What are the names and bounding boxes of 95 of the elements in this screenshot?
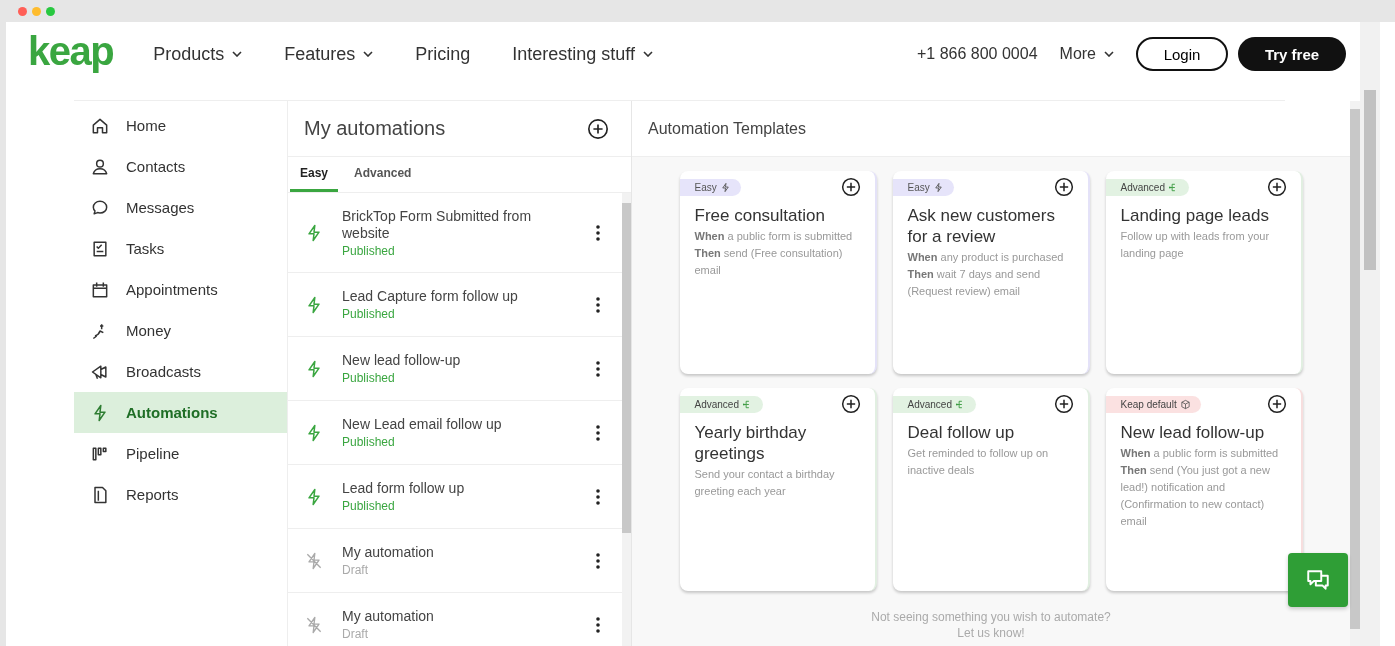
add-icon[interactable] [1053, 394, 1074, 414]
sidebar-item[interactable]: Automations [74, 392, 287, 433]
chat-icon [1305, 567, 1331, 593]
more-icon[interactable] [596, 616, 600, 633]
add-icon[interactable] [840, 394, 861, 414]
automation-name: Lead form follow up [342, 480, 466, 497]
lightning-icon [932, 181, 944, 193]
try-free-button[interactable]: Try free [1238, 37, 1346, 71]
lightning-off-icon [304, 614, 324, 635]
add-icon[interactable] [840, 177, 861, 197]
cube-icon [1179, 398, 1191, 410]
nav-link[interactable]: Interesting stuff [512, 43, 654, 65]
automation-name: My automation [342, 608, 435, 625]
template-card[interactable]: Advanced Landing page leads Follow up with leads from your landing page [1105, 171, 1303, 374]
sidebar-item[interactable]: Tasks [74, 228, 287, 269]
more-menu[interactable]: More [1059, 45, 1114, 63]
more-icon[interactable] [596, 488, 600, 505]
chevron-icon [1104, 51, 1114, 57]
tab[interactable]: Advanced [344, 157, 422, 192]
login-button[interactable]: Login [1136, 37, 1228, 71]
footer-text: Not seeing something you wish to automate? [871, 609, 1111, 625]
template-description: Follow up with leads from your landing page [1120, 229, 1271, 261]
add-icon[interactable] [587, 117, 609, 140]
status-label: Draft [342, 563, 369, 577]
sidebar-item[interactable]: Pipeline [74, 433, 287, 474]
more-icon[interactable] [596, 224, 600, 241]
template-badge: Advanced [679, 395, 763, 413]
template-card[interactable]: Advanced Deal follow up Get reminded to follow up on inactive deals [892, 388, 1090, 591]
scrollbar[interactable] [1350, 101, 1360, 646]
template-title: Landing page leads [1120, 205, 1270, 226]
status-label: Published [342, 307, 396, 321]
template-description: Then send (Free consultation) email [694, 246, 844, 278]
template-title: Ask new customers for a review [907, 205, 1056, 247]
chat-button[interactable] [1288, 553, 1348, 607]
template-description: Then wait 7 days and send (Request review) email [907, 267, 1042, 299]
status-label: Published [342, 371, 396, 385]
status-label: Draft [342, 627, 369, 641]
page-scrollbar[interactable] [1360, 22, 1380, 646]
sidebar-item[interactable]: Contacts [74, 146, 287, 187]
template-description: Send your contact a birthday greeting each year [694, 467, 836, 499]
more-icon[interactable] [596, 552, 600, 569]
template-badge: Advanced [1105, 178, 1189, 196]
template-card[interactable]: Easy Free consultation When a public form is submitted Then send (Free consultation) email [679, 171, 877, 374]
template-card[interactable]: Advanced Yearly birthday greetings Send your contact a birthday greeting each year [679, 388, 877, 591]
status-label: Published [342, 499, 396, 513]
template-badge: Easy [892, 178, 954, 196]
tab[interactable]: Easy [290, 157, 339, 192]
sidebar-item[interactable]: Messages [74, 187, 287, 228]
template-description: When a public form is submitted [1120, 446, 1280, 461]
template-card[interactable]: Keap default New lead follow-up When a public form is submitted Then send (You just got a new lead!) notification and (Confirmation to new contact) email [1105, 388, 1303, 591]
automation-name: New lead follow-up [342, 352, 462, 369]
status-label: Published [342, 435, 396, 449]
lightning-icon [719, 181, 731, 193]
sidebar-item[interactable]: Home [74, 105, 287, 146]
template-description: When any product is purchased [907, 250, 1065, 265]
more-icon[interactable] [596, 424, 600, 441]
template-title: Yearly birthday greetings [694, 422, 808, 464]
panel-title: Automation Templates [648, 119, 806, 138]
panel-title: My automations [304, 117, 446, 140]
more-icon[interactable] [596, 360, 600, 377]
template-card[interactable]: Easy Ask new customers for a review When any product is purchased Then wait 7 days and send (Request review) email [892, 171, 1090, 374]
template-description: When a public form is submitted [694, 229, 854, 244]
automation-name: My automation [342, 544, 435, 561]
sidebar-item[interactable]: Reports [74, 474, 287, 515]
template-title: New lead follow-up [1120, 422, 1266, 443]
nav-link[interactable]: Pricing [415, 43, 471, 65]
template-description: Get reminded to follow up on inactive deals [907, 446, 1050, 478]
automation-name: Lead Capture form follow up [342, 288, 519, 305]
automation-name: New Lead email follow up [342, 416, 503, 433]
template-badge: Easy [679, 178, 741, 196]
chevron-icon [643, 51, 654, 57]
add-icon[interactable] [1053, 177, 1074, 197]
template-description: Then send (You just got a new lead!) notification and (Confirmation to new contact) email [1120, 463, 1271, 529]
template-title: Free consultation [694, 205, 826, 226]
template-title: Deal follow up [907, 422, 1016, 443]
zoom-dot[interactable] [46, 6, 55, 16]
sidebar-item[interactable]: Broadcasts [74, 351, 287, 392]
status-label: Published [342, 243, 396, 258]
automation-name: BrickTop Form Submitted from website [342, 207, 533, 242]
sidebar-item[interactable]: Money [74, 310, 287, 351]
template-badge: Advanced [892, 395, 976, 413]
add-icon[interactable] [1266, 394, 1287, 414]
sidebar-item[interactable]: Appointments [74, 269, 287, 310]
phone-number[interactable]: +1 866 800 0004 [917, 45, 1038, 63]
template-badge: Keap default [1105, 395, 1201, 413]
more-icon[interactable] [596, 296, 600, 313]
minimize-dot[interactable] [32, 6, 41, 16]
nav-link[interactable]: Products [153, 43, 243, 65]
lightning-off-icon [304, 550, 324, 571]
chevron-icon [232, 51, 243, 57]
close-dot[interactable] [18, 6, 27, 16]
scrollbar[interactable] [622, 193, 631, 646]
chevron-icon [363, 51, 374, 57]
add-icon[interactable] [1266, 177, 1287, 197]
nav-link[interactable]: Features [284, 43, 374, 65]
